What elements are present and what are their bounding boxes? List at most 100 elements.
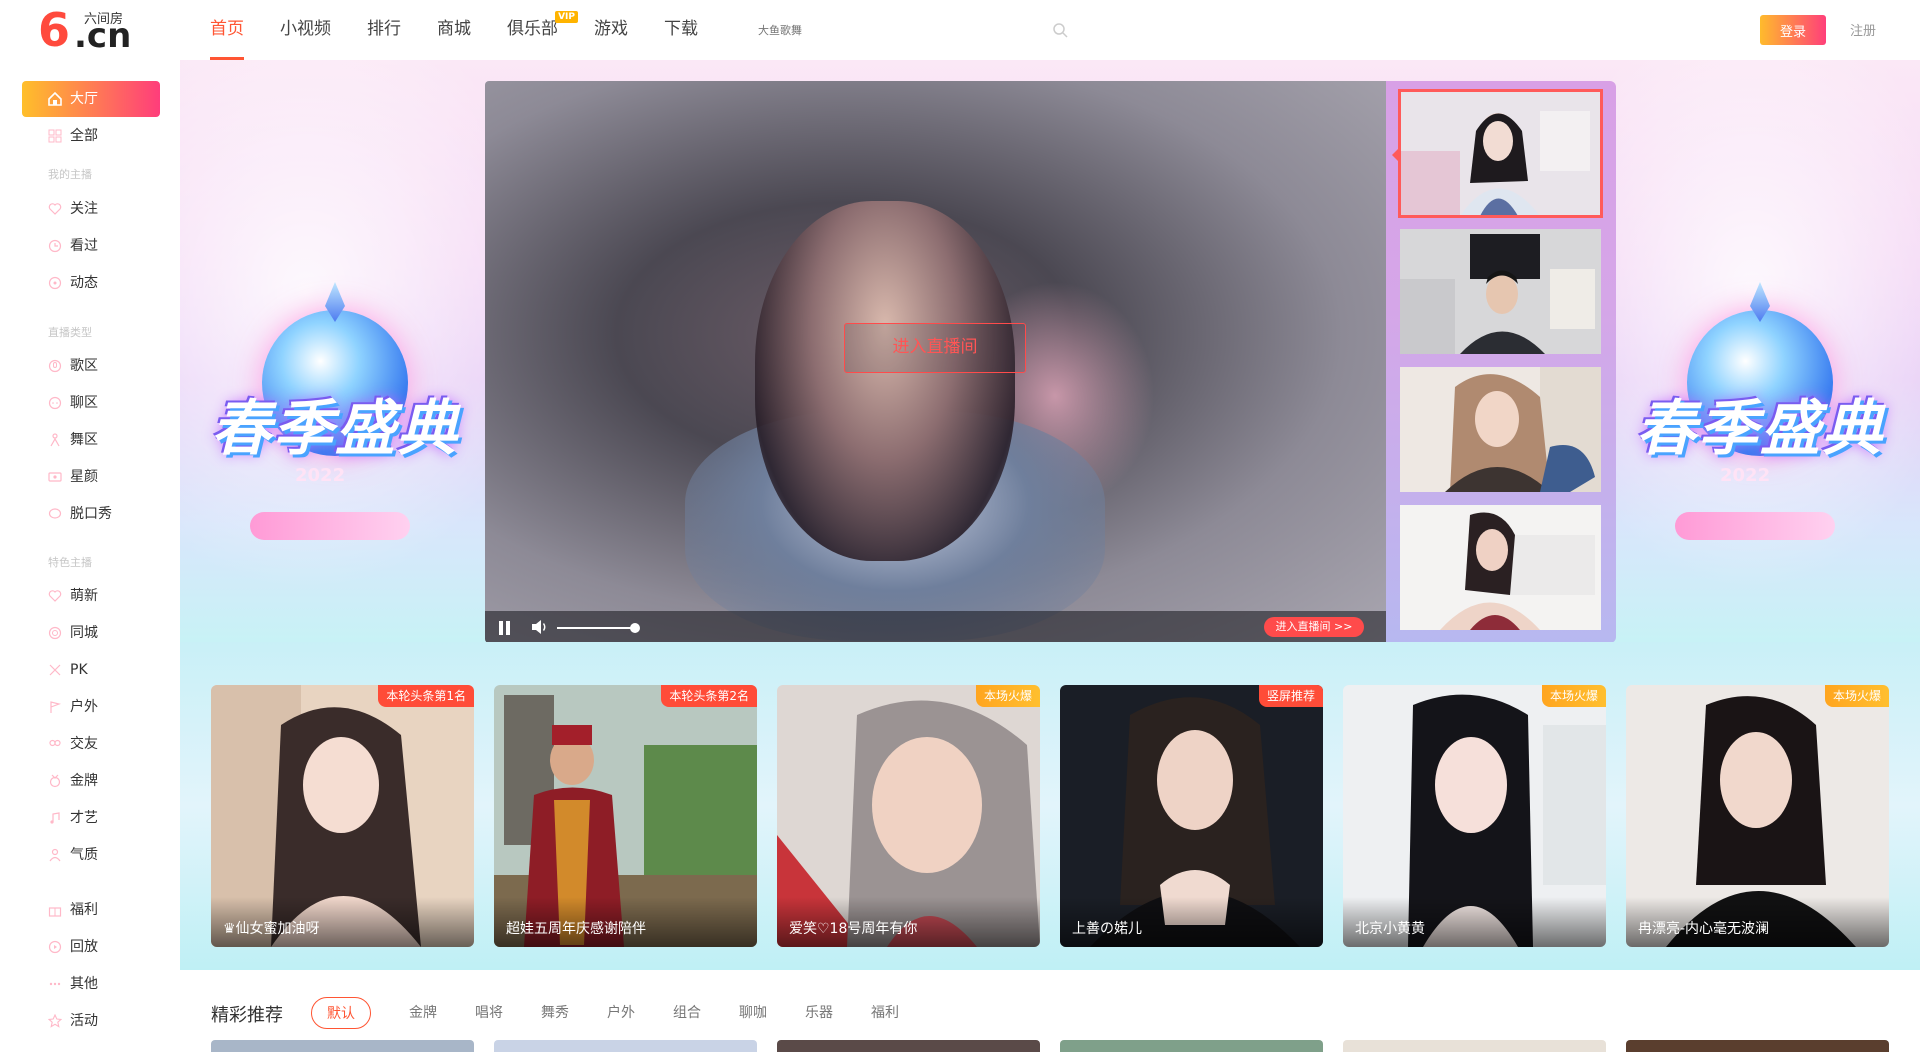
stream-thumbnail[interactable] — [1400, 367, 1601, 492]
sidebar-item-label: 活动 — [70, 1013, 98, 1029]
tab-gold[interactable]: 金牌 — [409, 997, 437, 1029]
sidebar-group-live-types: 直播类型 — [48, 326, 92, 339]
stream-thumbnail[interactable] — [1398, 89, 1603, 218]
nav-club[interactable]: 俱乐部 VIP — [507, 0, 578, 60]
player-controls: 进入直播间 >> — [485, 611, 1386, 643]
card-badge: 本场火爆 — [1824, 685, 1889, 707]
tab-welfare[interactable]: 福利 — [871, 997, 899, 1029]
sidebar-item-talent[interactable]: 才艺 — [22, 800, 160, 836]
sidebar-item-welfare[interactable]: 福利 — [22, 892, 160, 928]
site-logo[interactable]: 6 .cn 六间房 — [38, 6, 138, 54]
tab-outdoor[interactable]: 户外 — [607, 997, 635, 1029]
person-icon — [49, 848, 61, 862]
dancer-icon — [50, 433, 60, 447]
volume-icon[interactable] — [531, 619, 549, 635]
recommend-card-peek[interactable] — [1626, 1040, 1889, 1052]
featured-card[interactable]: 竖屏推荐 上善の婼儿 — [1060, 685, 1323, 947]
nav-home[interactable]: 首页 — [210, 0, 244, 60]
recommend-card-peek[interactable] — [494, 1040, 757, 1052]
sidebar-item-hall[interactable]: 大厅 — [22, 81, 160, 117]
featured-card[interactable]: 本场火爆 北京小黄黄 — [1343, 685, 1606, 947]
tab-group[interactable]: 组合 — [673, 997, 701, 1029]
tab-dance[interactable]: 舞秀 — [541, 997, 569, 1029]
recommend-card-peek[interactable] — [1343, 1040, 1606, 1052]
festival-pill — [1675, 512, 1835, 540]
nav-mall[interactable]: 商城 — [437, 0, 471, 60]
tab-instrument[interactable]: 乐器 — [805, 997, 833, 1029]
sidebar-item-cute[interactable]: 萌新 — [22, 578, 160, 614]
enter-live-small-button[interactable]: 进入直播间 >> — [1264, 617, 1364, 637]
search-input[interactable] — [746, 14, 1046, 46]
tab-default[interactable]: 默认 — [311, 997, 371, 1029]
sidebar-item-other[interactable]: 其他 — [22, 966, 160, 1002]
section-title: 精彩推荐 — [211, 1005, 283, 1026]
featured-card[interactable]: 本场火爆 爱笑♡18号周年有你 — [777, 685, 1040, 947]
recommend-card-peek[interactable] — [777, 1040, 1040, 1052]
nav-short-video[interactable]: 小视频 — [280, 0, 331, 60]
grid-icon — [48, 129, 62, 143]
stream-thumbnail[interactable] — [1400, 505, 1601, 630]
sidebar-item-talkshow[interactable]: 脱口秀 — [22, 496, 160, 532]
sidebar-item-label: 动态 — [70, 275, 98, 291]
sidebar-item-label: 户外 — [70, 699, 98, 715]
active-indicator-arrow — [1392, 149, 1398, 161]
heart-icon — [48, 203, 62, 215]
sidebar-item-follow[interactable]: 关注 — [22, 191, 160, 227]
sidebar-item-friends[interactable]: 交友 — [22, 726, 160, 762]
nav-games[interactable]: 游戏 — [594, 0, 628, 60]
featured-card[interactable]: 本轮头条第2名 超娃五周年庆感谢陪伴 — [494, 685, 757, 947]
volume-slider-handle[interactable] — [630, 623, 640, 633]
recommend-card-peek[interactable] — [1060, 1040, 1323, 1052]
recommend-card-peek[interactable] — [211, 1040, 474, 1052]
sidebar-item-label: 回放 — [70, 939, 98, 955]
sidebar-item-temperament[interactable]: 气质 — [22, 837, 160, 873]
eye-icon — [48, 472, 62, 482]
card-title: 北京小黄黄 — [1355, 921, 1425, 937]
sidebar-item-watched[interactable]: 看过 — [22, 228, 160, 264]
sidebar-item-song[interactable]: 歌区 — [22, 348, 160, 384]
medal-icon — [49, 774, 61, 788]
register-link[interactable]: 注册 — [1850, 20, 1876, 39]
sidebar-item-label: 才艺 — [70, 810, 98, 826]
chat-icon — [48, 396, 62, 410]
featured-card[interactable]: 本轮头条第1名 ♛仙女蜜加油呀 — [211, 685, 474, 947]
sidebar-item-label: 星颜 — [70, 469, 98, 485]
sidebar-item-gold[interactable]: 金牌 — [22, 763, 160, 799]
friends-icon — [49, 739, 61, 747]
tab-chat[interactable]: 聊咖 — [739, 997, 767, 1029]
tab-singer[interactable]: 唱将 — [475, 997, 503, 1029]
live-player[interactable]: 进入直播间 进入直播间 >> — [485, 81, 1386, 643]
sidebar-item-pk[interactable]: PK — [22, 652, 160, 688]
stream-thumbnail[interactable] — [1400, 229, 1601, 354]
card-title: ♛仙女蜜加油呀 — [223, 921, 320, 937]
card-title: 爱笑♡18号周年有你 — [789, 921, 918, 937]
sidebar-item-activity[interactable]: 活动 — [22, 1003, 160, 1039]
sidebar-item-label: 关注 — [70, 201, 98, 217]
sidebar-item-city[interactable]: 同城 — [22, 615, 160, 651]
sidebar-group-my-anchors: 我的主播 — [48, 168, 92, 181]
sidebar-item-outdoor[interactable]: 户外 — [22, 689, 160, 725]
nav-download[interactable]: 下载 — [664, 0, 698, 60]
featured-card[interactable]: 本场火爆 冉漂亮-内心毫无波澜 — [1626, 685, 1889, 947]
more-icon — [49, 982, 61, 986]
sidebar-item-label: 全部 — [70, 128, 98, 144]
nav-label: 俱乐部 — [507, 19, 558, 39]
sidebar-item-label: 大厅 — [70, 91, 98, 107]
login-button[interactable]: 登录 — [1760, 15, 1826, 45]
nav-ranking[interactable]: 排行 — [367, 0, 401, 60]
card-badge: 本场火爆 — [975, 685, 1040, 707]
sidebar-item-dynamic[interactable]: 动态 — [22, 265, 160, 301]
sidebar-item-dance[interactable]: 舞区 — [22, 422, 160, 458]
flag-icon — [50, 701, 62, 713]
main-nav: 首页 小视频 排行 商城 俱乐部 VIP 游戏 下载 — [210, 0, 734, 60]
sidebar-item-chat[interactable]: 聊区 — [22, 385, 160, 421]
sidebar-item-all[interactable]: 全部 — [22, 118, 160, 154]
volume-slider-track[interactable] — [557, 627, 633, 629]
sidebar-item-label: 萌新 — [70, 588, 98, 604]
sidebar-item-star[interactable]: 星颜 — [22, 459, 160, 495]
pause-icon[interactable] — [499, 621, 511, 635]
sidebar-item-replay[interactable]: 回放 — [22, 929, 160, 965]
recommend-tabs: 默认 金牌 唱将 舞秀 户外 组合 聊咖 乐器 福利 — [311, 997, 937, 1029]
search-icon[interactable] — [1052, 22, 1068, 38]
enter-live-button[interactable]: 进入直播间 — [844, 323, 1026, 373]
